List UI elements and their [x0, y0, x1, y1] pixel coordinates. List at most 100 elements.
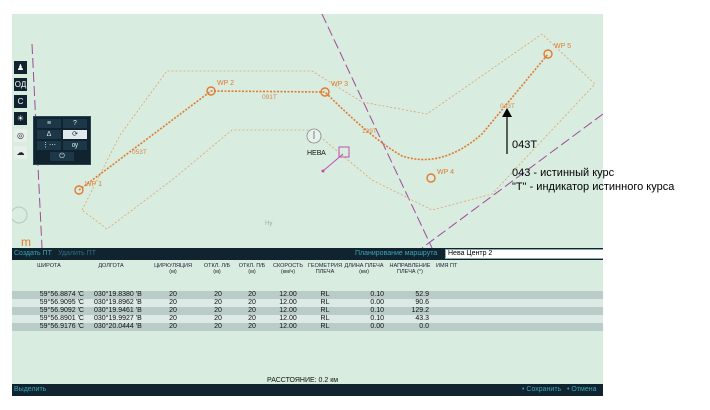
- select-button[interactable]: Выделить: [14, 384, 46, 396]
- table-cell: 12.00: [279, 315, 297, 322]
- route-name-field[interactable]: Нева Центр 2: [445, 249, 603, 259]
- link-icon[interactable]: ѹ: [63, 141, 87, 150]
- annotation-line-1: 043 - истинный курс: [512, 167, 615, 179]
- table-row[interactable]: 59°56.8901 'С 030°19.9927 'В 20 20 20 12.00 RL…: [12, 315, 603, 323]
- column-header: ДОЛГОТА: [98, 263, 124, 269]
- waypoint-label: WP 5: [554, 43, 571, 50]
- table-cell: RL: [320, 307, 330, 314]
- table-cell: 20: [248, 291, 256, 298]
- waypoint-label: WP 1: [85, 181, 102, 188]
- table-cell: 20: [248, 315, 256, 322]
- leg-course-label: 091T: [262, 94, 277, 101]
- m-marker-icon: m: [21, 235, 31, 248]
- table-cell: 0.10: [370, 307, 384, 314]
- binoculars-icon[interactable]: ♟: [14, 61, 27, 74]
- table-cell: 20: [169, 299, 177, 306]
- table-cell: 030°19.8380 'В: [94, 291, 142, 298]
- table-cell: 030°19.9461 'В: [94, 307, 142, 314]
- table-cell: 12.00: [279, 323, 297, 330]
- list-icon[interactable]: ≡: [37, 119, 61, 128]
- table-row[interactable]: 59°56.9176 'С 030°20.0444 'В 20 20 20 12.00 RL…: [12, 323, 603, 331]
- table-cell: RL: [320, 299, 330, 306]
- column-header: СКОРОСТЬ (км/ч): [273, 263, 303, 275]
- power-icon[interactable]: ⏻: [50, 152, 74, 161]
- table-cell: RL: [320, 323, 330, 330]
- total-distance: РАССТОЯНИЕ: 0.2 км: [267, 377, 339, 384]
- waypoint-label: WP 2: [217, 80, 234, 87]
- table-cell: 20: [214, 299, 222, 306]
- column-header: ЦИРКУЛЯЦИЯ (м): [154, 263, 192, 275]
- table-cell: 20: [214, 307, 222, 314]
- triangle-icon[interactable]: Δ: [37, 130, 61, 139]
- column-header: ОТКЛ. П/Б (м): [238, 263, 266, 275]
- waypoint-table-panel: Создать ПТ Удалить ПТ Планирование маршр…: [12, 248, 603, 396]
- column-header: ОТКЛ. Л/Б (м): [203, 263, 231, 275]
- table-cell: 59°56.9176 'С: [39, 323, 84, 330]
- table-cell: 030°19.8962 'В: [94, 299, 142, 306]
- table-cell: 43.3: [415, 315, 429, 322]
- save-button[interactable]: • Сохранить: [522, 384, 561, 396]
- table-cell: 20: [214, 291, 222, 298]
- target-label: НЕВА: [307, 150, 326, 157]
- delete-waypoint-button[interactable]: Удалить ПТ: [58, 248, 96, 260]
- table-cell: 59°56.8901 'С: [39, 315, 84, 322]
- table-cell: 59°56.9092 'С: [39, 307, 84, 314]
- table-cell: 0.00: [370, 323, 384, 330]
- annotation-heading: 043T: [512, 139, 538, 151]
- panel-footer: Выделить • Сохранить • Отмена: [12, 384, 603, 396]
- table-cell: 0.10: [370, 291, 384, 298]
- table-cell: 59°56.9095 'С: [39, 299, 84, 306]
- leg-course-label: 053T: [132, 149, 147, 156]
- table-row[interactable]: 59°56.9092 'С 030°19.9461 'В 20 20 20 12.00 RL…: [12, 307, 603, 315]
- grid-icon[interactable]: ⋮⋯: [37, 141, 61, 150]
- tools-popup-menu: ≡ ? Δ ⟳ ⋮⋯ ѹ ⏻: [33, 116, 91, 165]
- table-cell: 030°19.9927 'В: [94, 315, 142, 322]
- column-header: НАПРАВЛЕНИЕ ПЛЕЧА (°): [389, 263, 431, 275]
- table-cell: 20: [214, 315, 222, 322]
- table-cell: 12.00: [279, 299, 297, 306]
- sun-icon[interactable]: ☀: [14, 112, 27, 125]
- table-cell: 52.9: [415, 291, 429, 298]
- waypoint-label: WP 4: [437, 169, 454, 176]
- table-cell: 20: [169, 291, 177, 298]
- table-cell: 20: [214, 323, 222, 330]
- annotation-line-2: "T" - индикатор истинного курса: [512, 181, 675, 193]
- cancel-button[interactable]: • Отмена: [567, 384, 597, 396]
- cloud-icon[interactable]: ☁: [14, 146, 27, 159]
- table-row[interactable]: 59°56.8874 'С 030°19.8380 'В 20 20 20 12.00 RL…: [12, 291, 603, 299]
- route-planning-label: Планирование маршрута: [355, 250, 438, 257]
- table-cell: 0.00: [370, 299, 384, 306]
- table-cell: 20: [169, 323, 177, 330]
- oa-icon[interactable]: ОД: [14, 78, 27, 91]
- column-header: ИМЯ ПТ: [436, 263, 458, 269]
- table-row[interactable]: 59°56.9095 'С 030°19.8962 'В 20 20 20 12.00 RL…: [12, 299, 603, 307]
- help-icon[interactable]: ?: [63, 119, 87, 128]
- table-cell: 0.0: [419, 323, 429, 330]
- table-cell: RL: [320, 315, 330, 322]
- table-cell: RL: [320, 291, 330, 298]
- waypoint-label: WP 3: [331, 81, 348, 88]
- table-cell: 20: [169, 307, 177, 314]
- table-cell: 12.00: [279, 307, 297, 314]
- table-cell: 20: [248, 323, 256, 330]
- table-cell: 59°56.8874 'С: [39, 291, 84, 298]
- route-planning-window: WP 1 WP 2 WP 3 WP 4 WP 5 053T 091T 129T …: [12, 14, 603, 396]
- table-cell: 0.10: [370, 315, 384, 322]
- leg-course-label: 129T: [362, 128, 377, 135]
- column-header: ГЕОМЕТРИЯ ПЛЕЧА: [307, 263, 343, 275]
- create-waypoint-button[interactable]: Создать ПТ: [14, 248, 52, 260]
- panel-header: Создать ПТ Удалить ПТ Планирование маршр…: [12, 248, 603, 260]
- table-cell: 030°20.0444 'В: [94, 323, 142, 330]
- c-icon[interactable]: С: [14, 95, 27, 108]
- table-cell: 20: [248, 307, 256, 314]
- column-header: ШИРОТА: [37, 263, 61, 269]
- table-cell: 20: [248, 299, 256, 306]
- table-cell: 12.00: [279, 291, 297, 298]
- table-cell: 20: [169, 315, 177, 322]
- table-cell: 129.2: [411, 307, 429, 314]
- ship-icon: Ну: [265, 221, 272, 227]
- compass-icon[interactable]: ◎: [14, 129, 27, 142]
- rotate-icon[interactable]: ⟳: [63, 130, 87, 139]
- flag-marker-anchor: [321, 169, 325, 173]
- nautical-chart[interactable]: WP 1 WP 2 WP 3 WP 4 WP 5 053T 091T 129T …: [12, 14, 603, 248]
